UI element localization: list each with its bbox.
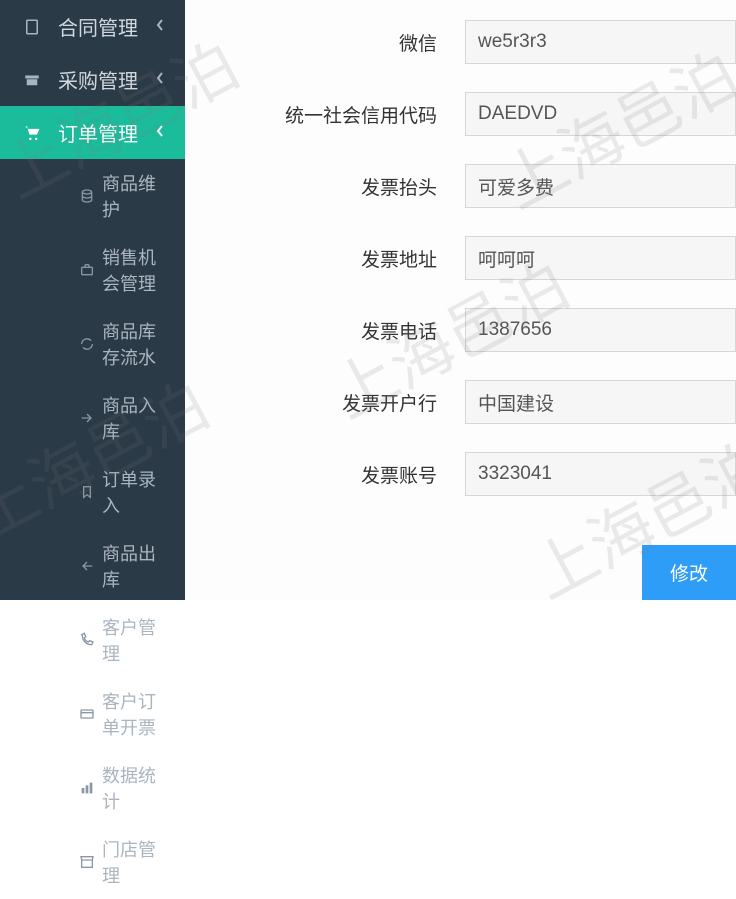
sidebar-sub-stock-in[interactable]: 商品入库 — [42, 381, 185, 455]
sidebar-sub-label: 客户订单开票 — [102, 688, 165, 740]
sidebar-sub-label: 订单录入 — [102, 466, 165, 518]
arrow-out-icon — [76, 558, 98, 574]
invoice-phone-input[interactable] — [465, 308, 736, 352]
phone-icon — [76, 632, 98, 648]
wechat-input[interactable] — [465, 20, 736, 64]
form-label: 发票抬头 — [185, 173, 465, 200]
store-icon — [76, 854, 98, 870]
sidebar-item-purchase[interactable]: 采购管理 — [0, 53, 185, 106]
sidebar-sub-store[interactable]: 门店管理 — [42, 825, 185, 899]
sidebar-sub-customer[interactable]: 客户管理 — [42, 603, 185, 677]
sidebar: 合同管理 采购管理 订单管理 — [0, 0, 185, 600]
sidebar-sub-stock-out[interactable]: 商品出库 — [42, 529, 185, 603]
sidebar-sub-invoice[interactable]: 客户订单开票 — [42, 677, 185, 751]
cart-icon — [20, 123, 44, 143]
sidebar-sub-label: 客户管理 — [102, 614, 165, 666]
sidebar-sub-label: 门店管理 — [102, 836, 165, 888]
invoice-title-input[interactable] — [465, 164, 736, 208]
main-content: 微信 统一社会信用代码 发票抬头 发票地址 发票电话 发票开户行 发票账号 — [185, 0, 736, 600]
sidebar-item-orders[interactable]: 订单管理 — [0, 106, 185, 159]
chart-icon — [76, 780, 98, 796]
action-bar: 修改 — [185, 545, 736, 600]
chevron-left-icon — [155, 15, 165, 38]
sidebar-sub-product-maintain[interactable]: 商品维护 — [42, 159, 185, 233]
archive-icon — [20, 71, 44, 89]
sidebar-sub-label: 商品库存流水 — [102, 318, 165, 370]
form-row-invoice-bank: 发票开户行 — [185, 380, 736, 424]
form-label: 发票开户行 — [185, 389, 465, 416]
sidebar-sub-inventory-flow[interactable]: 商品库存流水 — [42, 307, 185, 381]
file-icon — [20, 18, 44, 36]
form-row-wechat: 微信 — [185, 20, 736, 64]
database-icon — [76, 188, 98, 204]
form-row-invoice-phone: 发票电话 — [185, 308, 736, 352]
form-row-invoice-address: 发票地址 — [185, 236, 736, 280]
invoice-account-input[interactable] — [465, 452, 736, 496]
sidebar-sub-label: 数据统计 — [102, 762, 165, 814]
form-label: 微信 — [185, 29, 465, 56]
sidebar-sub-label: 商品维护 — [102, 170, 165, 222]
briefcase-icon — [76, 262, 98, 278]
chevron-left-icon — [155, 68, 165, 91]
chevron-left-icon — [155, 121, 165, 144]
card-icon — [76, 706, 98, 722]
sidebar-item-contract[interactable]: 合同管理 — [0, 0, 185, 53]
sidebar-sub-label: 商品出库 — [102, 540, 165, 592]
sidebar-sub-label: 商品入库 — [102, 392, 165, 444]
sidebar-sub-sales-opportunity[interactable]: 销售机会管理 — [42, 233, 185, 307]
form-row-credit-code: 统一社会信用代码 — [185, 92, 736, 136]
invoice-bank-input[interactable] — [465, 380, 736, 424]
form-label: 发票电话 — [185, 317, 465, 344]
form-label: 发票地址 — [185, 245, 465, 272]
form-label: 统一社会信用代码 — [185, 101, 465, 128]
invoice-address-input[interactable] — [465, 236, 736, 280]
sidebar-label: 合同管理 — [58, 12, 138, 41]
form-row-invoice-account: 发票账号 — [185, 452, 736, 496]
sidebar-label: 订单管理 — [58, 118, 138, 147]
sidebar-sub-stats[interactable]: 数据统计 — [42, 751, 185, 825]
refresh-icon — [76, 336, 98, 352]
submit-button[interactable]: 修改 — [642, 545, 736, 600]
bookmark-icon — [76, 484, 98, 500]
sidebar-label: 采购管理 — [58, 65, 138, 94]
form-row-invoice-title: 发票抬头 — [185, 164, 736, 208]
arrow-in-icon — [76, 410, 98, 426]
sidebar-sub-order-entry[interactable]: 订单录入 — [42, 455, 185, 529]
form-label: 发票账号 — [185, 461, 465, 488]
sidebar-sub-label: 销售机会管理 — [102, 244, 165, 296]
credit-code-input[interactable] — [465, 92, 736, 136]
sidebar-submenu: 商品维护 销售机会管理 商品库存流水 商品入库 — [0, 159, 185, 899]
